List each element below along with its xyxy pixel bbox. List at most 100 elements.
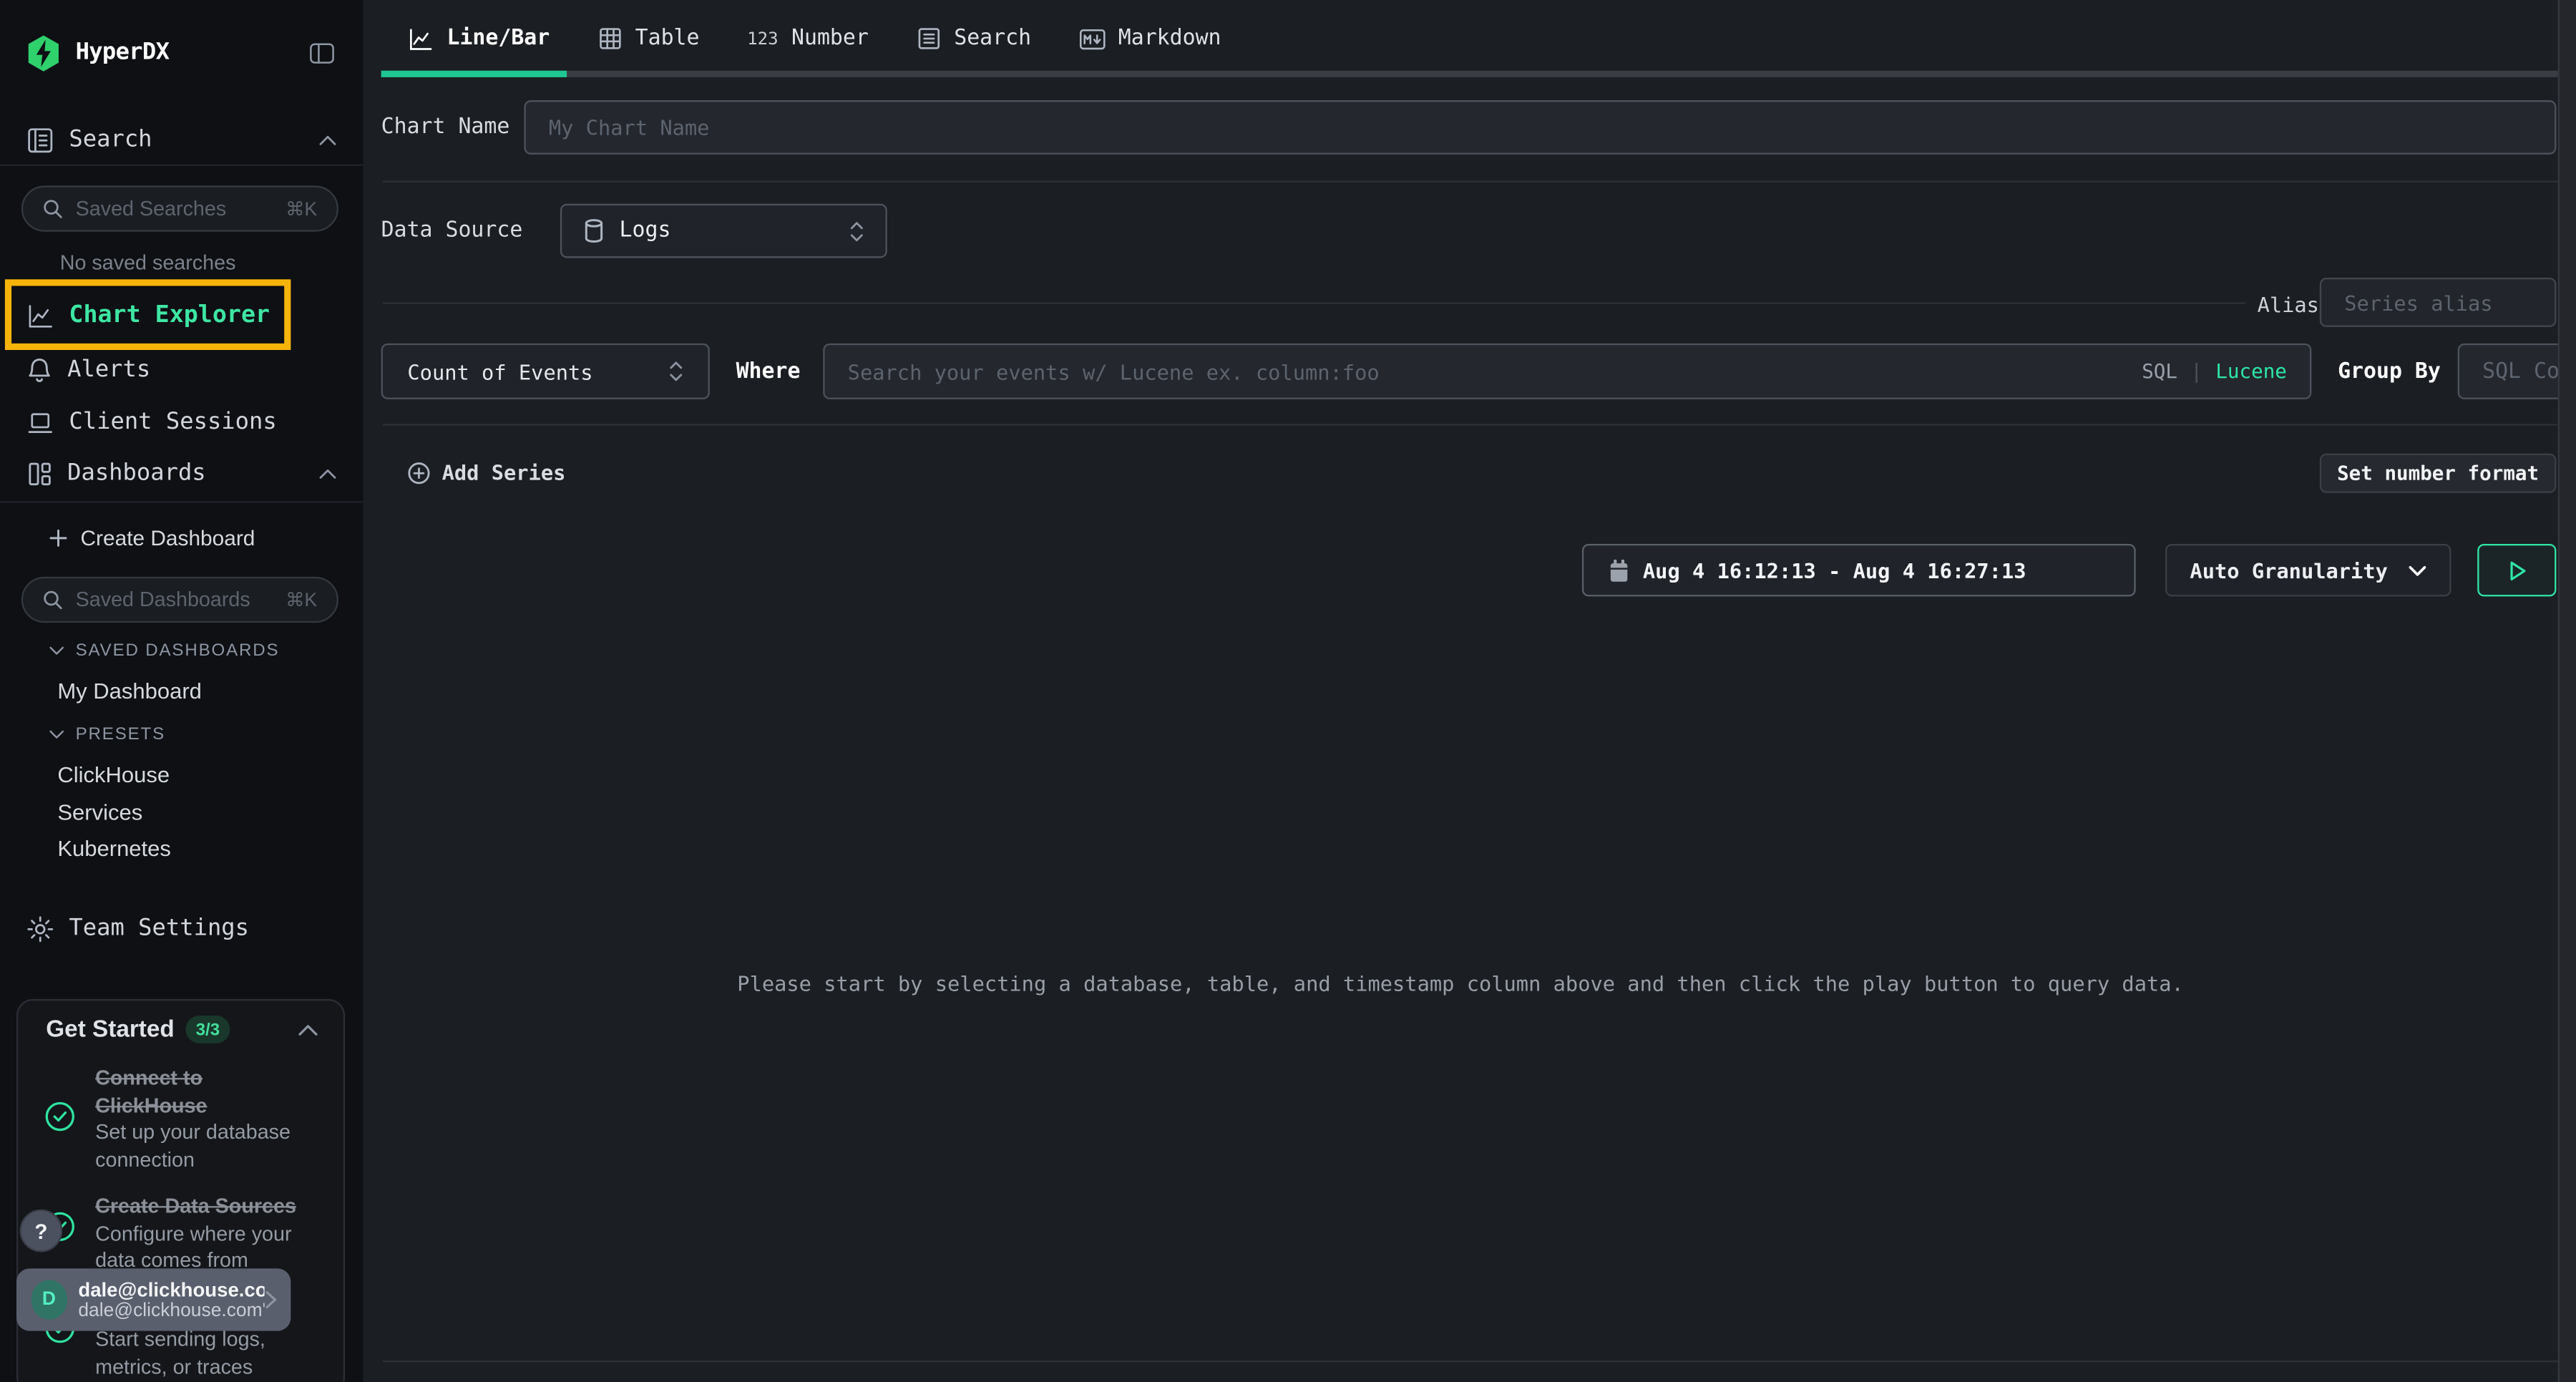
sidebar: HyperDX Search: [0, 0, 363, 1382]
sidebar-item-alerts[interactable]: Alerts: [0, 342, 363, 398]
sidebar-item-client-sessions[interactable]: Client Sessions: [0, 394, 363, 450]
data-source-label: Data Source: [381, 218, 523, 243]
granularity-value: Auto Granularity: [2190, 558, 2387, 582]
no-saved-searches-text: No saved searches: [0, 251, 296, 274]
saved-searches-input[interactable]: Saved Searches ⌘K: [21, 185, 338, 231]
tab-line-bar[interactable]: Line/Bar: [407, 26, 550, 51]
run-query-play-button[interactable]: [2477, 544, 2556, 596]
get-started-item-data-sources[interactable]: Create Data Sources Configure where your…: [95, 1193, 312, 1275]
aggregation-value: Count of Events: [407, 359, 592, 384]
aggregation-select[interactable]: Count of Events: [381, 344, 710, 399]
where-label: Where: [736, 360, 801, 384]
updown-chevron-icon: [668, 360, 683, 383]
main-content: Line/Bar Table 123 Number: [363, 0, 2557, 1382]
empty-state-message: Please start by selecting a database, ta…: [363, 971, 2557, 996]
check-circle-icon: [44, 1101, 76, 1132]
tab-table[interactable]: Table: [597, 26, 700, 51]
gear-icon: [26, 915, 54, 943]
shortcut-hint: ⌘K: [286, 198, 317, 220]
sidebar-item-label: Alerts: [67, 356, 150, 383]
tab-label: Markdown: [1118, 26, 1221, 51]
chart-name-input[interactable]: [524, 100, 2556, 155]
data-source-select[interactable]: Logs: [560, 204, 887, 258]
set-number-format-button[interactable]: Set number format: [2320, 454, 2557, 493]
series-alias-input[interactable]: [2320, 278, 2557, 327]
divider: [0, 165, 363, 166]
updown-chevron-icon: [849, 220, 864, 243]
user-email: dale@clickhouse.com: [78, 1278, 264, 1300]
chevron-up-icon[interactable]: [318, 134, 336, 145]
lucene-mode-toggle[interactable]: Lucene: [2215, 360, 2287, 383]
group-label: PRESETS: [76, 724, 165, 744]
brand-name: HyperDX: [76, 39, 170, 66]
sidebar-item-label: Client Sessions: [69, 409, 276, 436]
add-series-button[interactable]: Add Series: [407, 460, 565, 485]
saved-dashboards-input[interactable]: Saved Dashboards ⌘K: [21, 577, 338, 623]
sidebar-item-team-settings[interactable]: Team Settings: [0, 900, 363, 956]
active-tab-underline: [381, 71, 567, 77]
sidebar-item-dashboards[interactable]: Dashboards: [0, 445, 363, 501]
play-icon: [2508, 560, 2526, 581]
hyperdx-logo-icon: [26, 34, 61, 72]
data-source-value: Logs: [620, 218, 671, 243]
granularity-select[interactable]: Auto Granularity: [2165, 544, 2451, 596]
divider: [383, 302, 2246, 303]
markdown-icon: [1079, 27, 1106, 50]
chevron-down-icon: [49, 646, 64, 656]
get-started-item-connect[interactable]: Connect to ClickHouse Set up your databa…: [95, 1065, 312, 1174]
tab-label: Search: [954, 26, 1031, 51]
shortcut-hint: ⌘K: [286, 588, 317, 611]
chart-name-label: Chart Name: [381, 115, 510, 140]
where-search-input[interactable]: Search your events w/ Lucene ex. column:…: [823, 344, 2311, 399]
sidebar-item-my-dashboard[interactable]: My Dashboard: [57, 678, 202, 703]
get-started-item-send-data[interactable]: Start sending logs, metrics, or traces: [95, 1326, 312, 1381]
tab-number[interactable]: 123 Number: [747, 26, 869, 51]
presets-group-header[interactable]: PRESETS: [49, 724, 165, 744]
create-dashboard-label: Create Dashboard: [80, 525, 255, 550]
tab-underline-track: [381, 71, 2558, 77]
sidebar-item-label: Dashboards: [67, 460, 206, 487]
divider: [0, 501, 363, 502]
alias-label: Alias: [2258, 293, 2319, 317]
user-account-button[interactable]: D dale@clickhouse.com dale@clickhouse.co…: [16, 1268, 291, 1330]
search-page-icon: [26, 126, 54, 154]
divider: [383, 181, 2558, 183]
collapse-sidebar-icon[interactable]: [309, 40, 336, 64]
chevron-up-icon[interactable]: [298, 1023, 319, 1036]
tab-markdown[interactable]: Markdown: [1079, 26, 1221, 51]
sidebar-item-preset-kubernetes[interactable]: Kubernetes: [57, 837, 171, 861]
document-lines-icon: [916, 26, 940, 51]
dashboard-grid-icon: [26, 459, 53, 487]
circle-plus-icon: [407, 461, 430, 484]
plus-icon: [49, 528, 67, 546]
sql-mode-toggle[interactable]: SQL: [2142, 360, 2177, 383]
group-by-label: Group By: [2338, 360, 2441, 384]
sidebar-item-preset-services[interactable]: Services: [57, 800, 142, 824]
help-button[interactable]: ?: [20, 1210, 63, 1252]
date-range-value: Aug 4 16:12:13 - Aug 4 16:27:13: [1643, 558, 2026, 582]
mode-separator: |: [2190, 360, 2202, 383]
number-123-icon: 123: [747, 29, 779, 49]
tab-search[interactable]: Search: [916, 26, 1031, 51]
line-chart-icon: [407, 27, 434, 50]
item-desc: Configure where your data comes from: [95, 1220, 312, 1275]
calendar-icon: [1609, 558, 1630, 582]
date-range-picker[interactable]: Aug 4 16:12:13 - Aug 4 16:27:13: [1582, 544, 2136, 596]
avatar: D: [31, 1280, 67, 1320]
chevron-down-icon: [49, 729, 64, 739]
divider: [383, 424, 2558, 425]
saved-dashboards-group-header[interactable]: SAVED DASHBOARDS: [49, 641, 280, 661]
divider: [383, 1361, 2558, 1362]
item-title: Create Data Sources: [95, 1193, 312, 1220]
add-series-label: Add Series: [442, 460, 566, 485]
create-dashboard-button[interactable]: Create Dashboard: [0, 510, 363, 565]
bell-icon: [26, 356, 53, 384]
tab-label: Number: [791, 26, 869, 51]
scrollbar[interactable]: [2558, 0, 2576, 1382]
search-icon: [43, 590, 63, 610]
get-started-title: Get Started: [46, 1017, 174, 1043]
sidebar-item-search[interactable]: Search: [0, 112, 363, 167]
sidebar-item-preset-clickhouse[interactable]: ClickHouse: [57, 762, 170, 787]
chevron-up-icon[interactable]: [318, 467, 336, 479]
sidebar-item-label: Search: [69, 127, 152, 153]
